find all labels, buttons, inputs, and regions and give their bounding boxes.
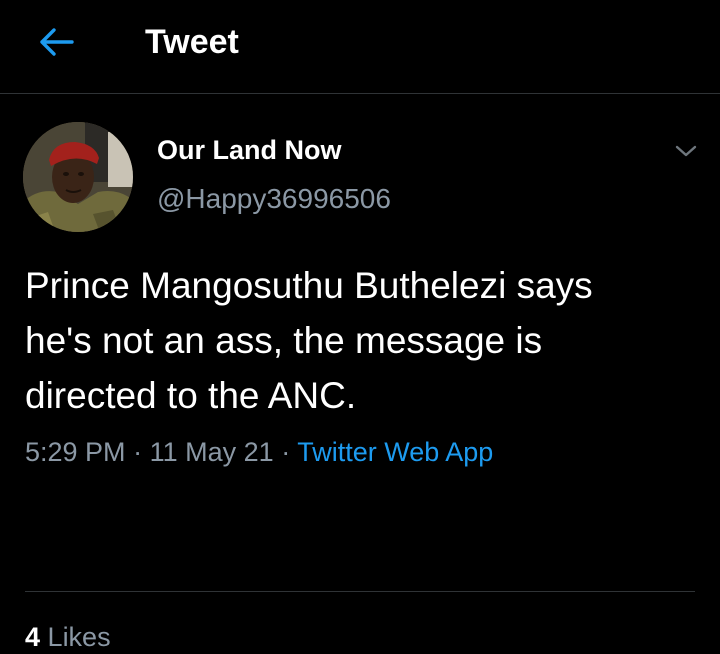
tweet-time[interactable]: 5:29 PM [25,437,126,467]
avatar[interactable] [23,122,133,232]
chevron-down-icon [675,145,697,157]
likes-label: Likes [47,622,111,652]
tweet-date[interactable]: 11 May 21 [150,437,274,467]
tweet-text: Prince Mangosuthu Buthelezi says he's no… [25,265,593,416]
tweet-metadata: 5:29 PM · 11 May 21 · Twitter Web App [25,435,493,469]
likes-link[interactable]: 4 Likes [25,620,111,654]
author-handle[interactable]: @Happy36996506 [157,183,391,215]
top-bar: Tweet [0,0,720,94]
tweet-menu-button[interactable] [670,139,702,163]
avatar-photo [23,122,133,232]
arrow-left-icon [40,28,74,56]
page-title: Tweet [145,23,239,61]
likes-count: 4 [25,622,41,652]
back-button[interactable] [34,22,78,62]
divider [25,591,695,592]
author-name[interactable]: Our Land Now [157,135,342,166]
separator-dot: · [281,437,291,467]
separator-dot: · [133,437,143,467]
tweet-source-link[interactable]: Twitter Web App [297,437,493,467]
